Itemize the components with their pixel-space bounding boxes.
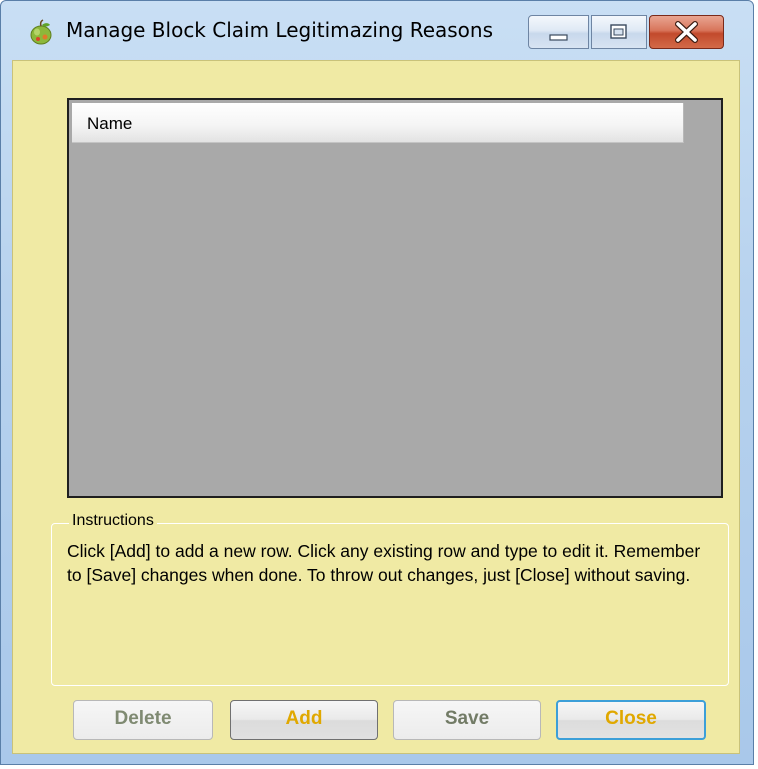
maximize-button[interactable] (591, 15, 647, 49)
save-button[interactable]: Save (393, 700, 541, 740)
instructions-legend: Instructions (69, 512, 157, 530)
add-button[interactable]: Add (230, 700, 378, 740)
minimize-button[interactable] (528, 15, 589, 49)
instructions-text: Click [Add] to add a new row. Click any … (67, 541, 701, 585)
dialog-body: Name Instructions Click [Add] to add a n… (12, 60, 740, 754)
reasons-grid[interactable]: Name (67, 98, 723, 498)
window-title: Manage Block Claim Legitimazing Reasons (66, 18, 494, 42)
window-close-button[interactable] (649, 15, 724, 49)
minimize-icon (529, 34, 588, 52)
delete-button[interactable]: Delete (73, 700, 213, 740)
maximize-icon (592, 24, 646, 52)
column-header-label: Name (87, 114, 133, 133)
close-icon (650, 21, 723, 52)
title-bar[interactable]: Manage Block Claim Legitimazing Reasons (1, 1, 753, 59)
dialog-window: Manage Block Claim Legitimazing Reasons (0, 0, 754, 765)
apple-icon[interactable] (28, 19, 54, 45)
close-button[interactable]: Close (556, 700, 706, 740)
column-header-name[interactable]: Name (72, 103, 684, 143)
